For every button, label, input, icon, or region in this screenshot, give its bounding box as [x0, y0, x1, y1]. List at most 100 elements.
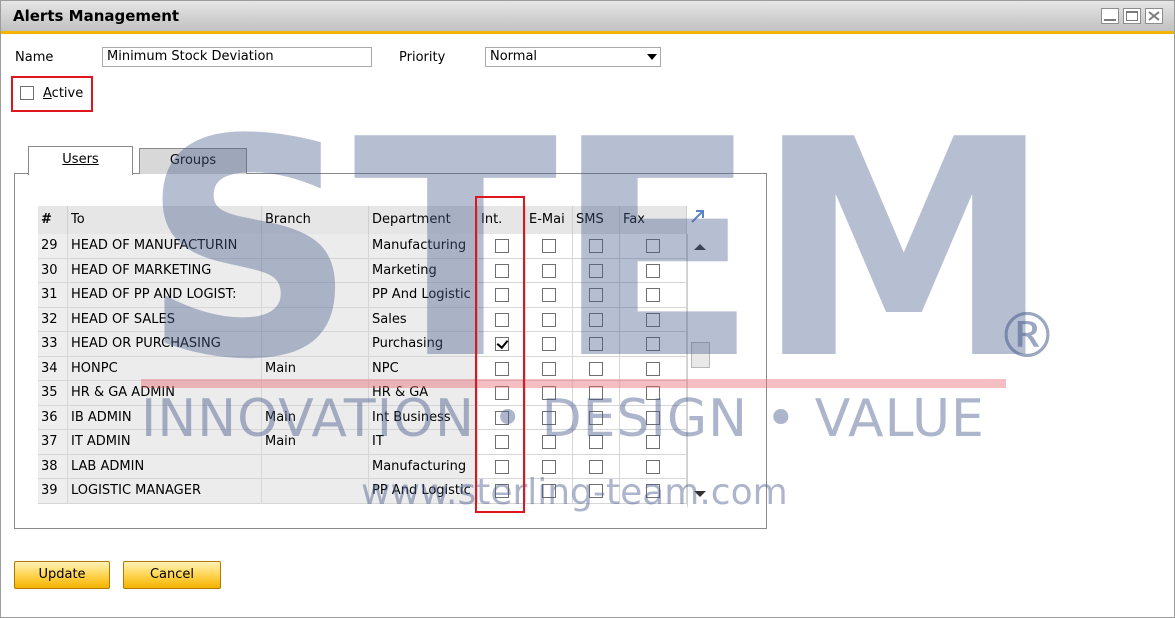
- table-row[interactable]: 38 LAB ADMIN Manufacturing: [38, 454, 688, 479]
- cell-num: 39: [38, 479, 68, 504]
- cell-department: Manufacturing: [369, 234, 478, 259]
- sms-checkbox[interactable]: [589, 386, 603, 400]
- cancel-button[interactable]: Cancel: [123, 561, 221, 589]
- sms-checkbox[interactable]: [589, 263, 603, 278]
- priority-select[interactable]: Normal: [485, 47, 661, 67]
- cell-department: PP And Logistic: [369, 479, 478, 504]
- cell-num: 33: [38, 332, 68, 357]
- cell-num: 34: [38, 356, 68, 381]
- fax-checkbox[interactable]: [646, 337, 660, 351]
- scroll-thumb[interactable]: [691, 342, 710, 368]
- update-button[interactable]: Update: [14, 561, 110, 589]
- email-checkbox[interactable]: [542, 410, 556, 425]
- sms-checkbox[interactable]: [589, 410, 603, 425]
- email-checkbox[interactable]: [542, 386, 556, 400]
- cell-fax: [620, 479, 687, 504]
- cell-to: IT ADMIN: [68, 430, 262, 455]
- scroll-up-icon[interactable]: [694, 244, 706, 250]
- cell-to: HR & GA ADMIN: [68, 381, 262, 406]
- minimize-icon[interactable]: [1101, 8, 1119, 24]
- cell-sms: [573, 307, 620, 332]
- fax-checkbox[interactable]: [646, 459, 660, 474]
- email-checkbox[interactable]: [542, 435, 556, 449]
- cell-sms: [573, 258, 620, 283]
- table-row[interactable]: 37 IT ADMIN Main IT: [38, 430, 688, 455]
- table-row[interactable]: 36 IB ADMIN Main Int Business: [38, 405, 688, 430]
- name-label: Name: [15, 50, 54, 65]
- email-checkbox[interactable]: [542, 361, 556, 376]
- table-row[interactable]: 35 HR & GA ADMIN HR & GA: [38, 381, 688, 406]
- cell-email: [526, 381, 573, 406]
- email-checkbox[interactable]: [542, 337, 556, 351]
- column-header-to[interactable]: To: [68, 206, 262, 234]
- fax-checkbox[interactable]: [646, 484, 660, 498]
- table-row[interactable]: 33 HEAD OR PURCHASING Purchasing: [38, 332, 688, 357]
- cell-to: HEAD OF MARKETING: [68, 258, 262, 283]
- fax-checkbox[interactable]: [646, 263, 660, 278]
- alerts-management-window: Alerts Management Name Minimum Stock Dev…: [0, 0, 1175, 618]
- fax-checkbox[interactable]: [646, 410, 660, 425]
- email-checkbox[interactable]: [542, 484, 556, 498]
- close-icon[interactable]: [1145, 8, 1163, 24]
- tab-groups-label: Groups: [169, 153, 217, 168]
- cell-num: 30: [38, 258, 68, 283]
- fax-checkbox[interactable]: [646, 386, 660, 400]
- table-row[interactable]: 30 HEAD OF MARKETING Marketing: [38, 258, 688, 283]
- cell-sms: [573, 454, 620, 479]
- table-row[interactable]: 29 HEAD OF MANUFACTURIN Manufacturing: [38, 234, 688, 259]
- chevron-down-icon[interactable]: [647, 54, 657, 60]
- email-checkbox[interactable]: [542, 312, 556, 327]
- expand-grid-icon[interactable]: [691, 209, 705, 223]
- active-label[interactable]: Active: [43, 86, 83, 101]
- email-checkbox[interactable]: [542, 263, 556, 278]
- fax-checkbox[interactable]: [646, 435, 660, 449]
- active-checkbox[interactable]: [20, 86, 34, 100]
- sms-checkbox[interactable]: [589, 312, 603, 327]
- column-header-sms[interactable]: SMS: [573, 206, 620, 234]
- fax-checkbox[interactable]: [646, 288, 660, 302]
- table-row[interactable]: 31 HEAD OF PP AND LOGIST: PP And Logistic: [38, 283, 688, 308]
- column-header-branch[interactable]: Branch: [262, 206, 369, 234]
- sms-checkbox[interactable]: [589, 484, 603, 498]
- cell-department: Sales: [369, 307, 478, 332]
- email-checkbox[interactable]: [542, 239, 556, 253]
- email-checkbox[interactable]: [542, 459, 556, 474]
- cell-num: 38: [38, 454, 68, 479]
- grid-scrollbar[interactable]: [687, 234, 714, 507]
- cell-department: NPC: [369, 356, 478, 381]
- title-bar[interactable]: Alerts Management: [1, 1, 1174, 34]
- tab-users[interactable]: Users: [28, 146, 133, 175]
- cell-department: Int Business: [369, 405, 478, 430]
- column-header-fax[interactable]: Fax: [620, 206, 687, 234]
- cell-branch: [262, 381, 369, 406]
- active-label-mnemonic: A: [43, 86, 52, 101]
- cell-branch: [262, 332, 369, 357]
- fax-checkbox[interactable]: [646, 239, 660, 253]
- cell-branch: [262, 258, 369, 283]
- email-checkbox[interactable]: [542, 288, 556, 302]
- sms-checkbox[interactable]: [589, 459, 603, 474]
- sms-checkbox[interactable]: [589, 239, 603, 253]
- fax-checkbox[interactable]: [646, 361, 660, 376]
- cell-fax: [620, 356, 687, 381]
- column-header-department[interactable]: Department: [369, 206, 478, 234]
- sms-checkbox[interactable]: [589, 337, 603, 351]
- sms-checkbox[interactable]: [589, 435, 603, 449]
- cell-department: HR & GA: [369, 381, 478, 406]
- column-header-number[interactable]: #: [38, 206, 68, 234]
- column-header-email[interactable]: E-Mai: [526, 206, 573, 234]
- maximize-icon[interactable]: [1123, 8, 1141, 24]
- table-row[interactable]: 39 LOGISTIC MANAGER PP And Logistic: [38, 479, 688, 504]
- sms-checkbox[interactable]: [589, 361, 603, 376]
- scroll-down-icon[interactable]: [694, 491, 706, 497]
- cell-to: HONPC: [68, 356, 262, 381]
- table-row[interactable]: 34 HONPC Main NPC: [38, 356, 688, 381]
- cell-sms: [573, 479, 620, 504]
- sms-checkbox[interactable]: [589, 288, 603, 302]
- tab-groups[interactable]: Groups: [139, 148, 247, 174]
- fax-checkbox[interactable]: [646, 312, 660, 327]
- priority-value: Normal: [490, 49, 538, 64]
- cell-fax: [620, 405, 687, 430]
- name-field[interactable]: Minimum Stock Deviation: [102, 47, 372, 67]
- table-row[interactable]: 32 HEAD OF SALES Sales: [38, 307, 688, 332]
